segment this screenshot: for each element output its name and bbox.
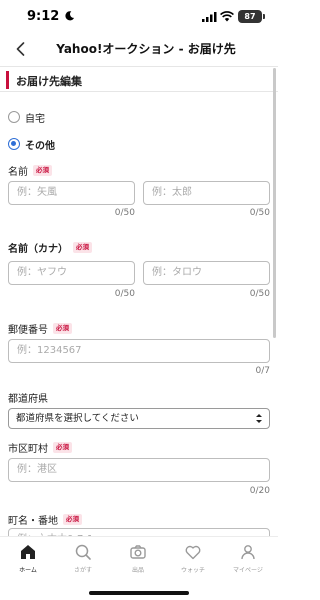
tab-label: さがす bbox=[73, 567, 92, 574]
required-badge: 必須 bbox=[53, 323, 72, 334]
signal-icon bbox=[202, 12, 217, 22]
radio-button-selected[interactable] bbox=[8, 138, 20, 150]
city-input[interactable]: 例：港区 bbox=[8, 458, 270, 482]
name-kana-label: 名前（カナ） 必須 bbox=[8, 240, 92, 255]
radio-home[interactable]: 自宅 bbox=[8, 109, 45, 125]
tab-watch[interactable]: ウォッチ bbox=[173, 543, 213, 583]
prefecture-label-text: 都道府県 bbox=[8, 394, 48, 405]
postal-code-label-text: 郵便番号 bbox=[8, 325, 48, 336]
camera-icon bbox=[130, 545, 146, 559]
required-badge: 必須 bbox=[63, 514, 82, 525]
name-label: 名前 必須 bbox=[8, 163, 52, 178]
section-accent-bar bbox=[6, 71, 9, 89]
tab-label: 出品 bbox=[131, 567, 144, 574]
tab-label: ウォッチ bbox=[180, 567, 205, 574]
name-kana-label-text: 名前（カナ） bbox=[8, 244, 68, 255]
tab-label: マイページ bbox=[233, 567, 263, 574]
status-bar: 9:12 87 bbox=[0, 0, 278, 34]
page-title: Yahoo!オークション - お届け先 bbox=[56, 42, 236, 56]
wifi-icon bbox=[220, 11, 234, 22]
street-label-text: 町名・番地 bbox=[8, 516, 58, 527]
radio-label: 自宅 bbox=[25, 113, 45, 125]
moon-icon bbox=[65, 11, 75, 21]
tab-label: ホーム bbox=[19, 567, 37, 574]
first-name-counter: 0/50 bbox=[249, 208, 270, 218]
heart-icon bbox=[185, 545, 201, 560]
section-header: お届け先編集 bbox=[0, 66, 278, 92]
postal-code-label: 郵便番号 必須 bbox=[8, 321, 72, 336]
last-name-kana-counter: 0/50 bbox=[114, 289, 135, 299]
first-name-input[interactable]: 例：太郎 bbox=[143, 181, 270, 205]
last-name-counter: 0/50 bbox=[114, 208, 135, 218]
first-name-kana-input[interactable]: 例：タロウ bbox=[143, 261, 270, 285]
postal-code-input[interactable]: 例：1234567 bbox=[8, 339, 270, 363]
city-counter: 0/20 bbox=[249, 486, 270, 496]
required-badge: 必須 bbox=[53, 442, 72, 453]
search-icon bbox=[75, 544, 91, 560]
required-badge: 必須 bbox=[73, 242, 92, 253]
tab-sell[interactable]: 出品 bbox=[118, 543, 158, 583]
tab-mypage[interactable]: マイページ bbox=[228, 543, 268, 583]
prefecture-select[interactable]: 都道府県を選択してください bbox=[8, 408, 270, 429]
home-indicator bbox=[89, 591, 189, 595]
city-label-text: 市区町村 bbox=[8, 444, 48, 455]
tab-search[interactable]: さがす bbox=[63, 543, 103, 583]
tab-home[interactable]: ホーム bbox=[8, 543, 48, 583]
radio-label: その他 bbox=[25, 140, 55, 152]
street-label: 町名・番地 必須 bbox=[8, 512, 82, 527]
last-name-kana-input[interactable]: 例：ヤフウ bbox=[8, 261, 135, 285]
radio-button[interactable] bbox=[8, 111, 20, 123]
name-label-text: 名前 bbox=[8, 167, 28, 178]
home-icon bbox=[21, 545, 35, 559]
postal-code-counter: 0/7 bbox=[255, 366, 270, 376]
city-label: 市区町村 必須 bbox=[8, 440, 72, 455]
nav-bar: Yahoo!オークション - お届け先 bbox=[0, 34, 278, 64]
sort-arrows-icon bbox=[256, 414, 262, 423]
prefecture-label: 都道府県 bbox=[8, 390, 48, 405]
person-icon bbox=[241, 545, 255, 560]
last-name-input[interactable]: 例：矢風 bbox=[8, 181, 135, 205]
section-title: お届け先編集 bbox=[16, 75, 82, 88]
battery-icon: 87 bbox=[238, 10, 265, 23]
status-time: 9:12 bbox=[27, 9, 60, 24]
required-badge: 必須 bbox=[33, 165, 52, 176]
prefecture-select-value: 都道府県を選択してください bbox=[16, 413, 139, 424]
scrollbar[interactable] bbox=[273, 68, 276, 338]
radio-other[interactable]: その他 bbox=[8, 136, 55, 152]
first-name-kana-counter: 0/50 bbox=[249, 289, 270, 299]
